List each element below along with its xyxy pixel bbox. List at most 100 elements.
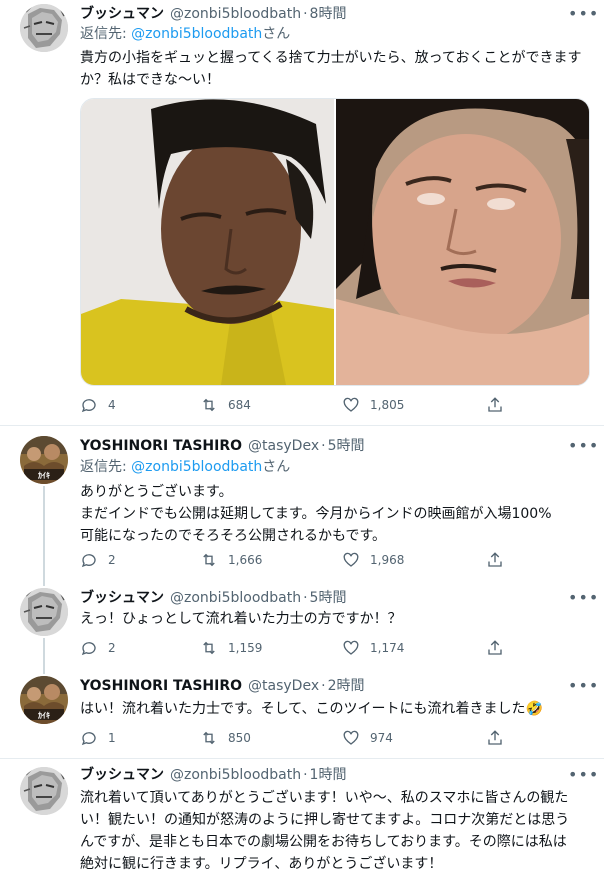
tweet-text: 流れ着いて頂いてありがとうございます！いや〜、私のスマホに皆さんの観たい！観たい…	[80, 790, 570, 872]
more-icon[interactable]: •••	[568, 588, 598, 608]
retweet-icon	[203, 731, 215, 745]
like-icon	[343, 730, 359, 745]
timestamp[interactable]: 8時間	[310, 6, 347, 22]
user-handle[interactable]: @zonbi5bloodbath	[170, 767, 301, 783]
user-handle[interactable]: @zonbi5bloodbath	[170, 590, 301, 606]
retweet-count: 684	[228, 398, 251, 412]
tweet-4[interactable]: ｶｲｷ YOSHINORI TASHIRO @tasyDex · 2時間 ••• はい…	[0, 674, 604, 754]
retweet-icon	[203, 398, 215, 412]
share-button[interactable]	[486, 394, 514, 416]
reply-icon	[81, 554, 96, 568]
tweet-media[interactable]	[80, 98, 590, 386]
retweet-button[interactable]: 1,666	[200, 549, 262, 571]
tweet-1[interactable]: ブッシュマン @zonbi5bloodbath · 8時間 ••• 返信先: @zon…	[0, 0, 604, 425]
retweet-icon	[203, 641, 215, 655]
svg-text:ｶｲｷ: ｶｲｷ	[38, 711, 50, 720]
like-button[interactable]: 1,174	[342, 637, 404, 659]
timestamp[interactable]: 5時間	[310, 590, 347, 606]
media-image-right[interactable]	[336, 99, 589, 385]
more-icon[interactable]: •••	[568, 436, 598, 456]
more-icon[interactable]: •••	[568, 676, 598, 696]
share-icon	[488, 552, 502, 567]
share-icon	[488, 730, 502, 745]
reply-count: 1	[108, 731, 116, 745]
share-button[interactable]	[486, 637, 514, 659]
like-icon	[343, 397, 359, 412]
tweet-header: YOSHINORI TASHIRO @tasyDex · 5時間	[80, 435, 365, 457]
media-image-left[interactable]	[81, 99, 334, 385]
thread-line	[43, 486, 45, 586]
tweet-line-3: 可能になったのでそろそろ公開されるかもです。	[80, 528, 387, 544]
display-name[interactable]: YOSHINORI TASHIRO	[80, 438, 242, 454]
tweet-text: ありがとうございます。 まだインドでも公開は延期してます。今月からインドの映画館…	[80, 481, 590, 547]
like-button[interactable]: 1,805	[342, 394, 404, 416]
like-button[interactable]: 1,968	[342, 549, 404, 571]
tweet-2[interactable]: ｶｲｷ YOSHINORI TASHIRO @tasyDex · 5時間 ••• 返信…	[0, 426, 604, 586]
like-icon	[343, 640, 359, 655]
reply-prefix: 返信先:	[80, 26, 132, 42]
reply-icon	[81, 642, 96, 656]
tweet-header: YOSHINORI TASHIRO @tasyDex · 2時間	[80, 675, 365, 697]
timestamp[interactable]: 5時間	[328, 438, 365, 454]
thread-line	[43, 638, 45, 674]
reply-button[interactable]: 1	[80, 727, 116, 749]
tweet-actions: 2 1,666 1,968	[80, 549, 520, 571]
reply-button[interactable]: 4	[80, 394, 116, 416]
retweet-count: 1,159	[228, 641, 263, 655]
separator-dot: ·	[321, 678, 326, 694]
like-button[interactable]: 974	[342, 727, 393, 749]
like-count: 1,805	[370, 398, 405, 412]
tweet-actions: 4 684 1,805	[80, 394, 520, 416]
timestamp[interactable]: 1時間	[310, 767, 347, 783]
retweet-button[interactable]: 684	[200, 394, 251, 416]
display-name[interactable]: ブッシュマン	[80, 590, 164, 606]
user-handle[interactable]: @tasyDex	[248, 678, 319, 694]
reply-icon	[81, 399, 96, 413]
avatar-tashiro[interactable]: ｶｲｷ	[20, 436, 68, 484]
share-button[interactable]	[486, 549, 514, 571]
share-icon	[488, 397, 502, 412]
avatar-bushman[interactable]	[20, 767, 68, 815]
retweet-button[interactable]: 850	[200, 727, 251, 749]
timestamp[interactable]: 2時間	[328, 678, 365, 694]
share-button[interactable]	[486, 727, 514, 749]
avatar-tashiro[interactable]: ｶｲｷ	[20, 676, 68, 724]
reply-button[interactable]: 2	[80, 637, 116, 659]
user-handle[interactable]: @tasyDex	[248, 438, 319, 454]
reply-target-link[interactable]: @zonbi5bloodbath	[131, 459, 262, 475]
reply-suffix: さん	[262, 459, 291, 475]
tweet-5[interactable]: ブッシュマン @zonbi5bloodbath · 1時間 ••• 流れ着いて頂いてあ…	[0, 759, 604, 872]
tweet-actions: 1 850 974	[80, 727, 520, 749]
like-icon	[343, 552, 359, 567]
display-name[interactable]: ブッシュマン	[80, 767, 164, 783]
user-handle[interactable]: @zonbi5bloodbath	[170, 6, 301, 22]
avatar-bushman[interactable]	[20, 588, 68, 636]
reply-button[interactable]: 2	[80, 549, 116, 571]
display-name[interactable]: YOSHINORI TASHIRO	[80, 678, 242, 694]
more-icon[interactable]: •••	[568, 4, 598, 24]
separator-dot: ·	[303, 6, 308, 22]
more-icon[interactable]: •••	[568, 765, 598, 785]
tweet-text: 貴方の小指をギュッと握ってくる捨て力士がいたら、放っておくことができますか？私は…	[80, 50, 582, 88]
reply-count: 2	[108, 553, 116, 567]
share-icon	[488, 640, 502, 655]
tweet-actions: 2 1,159 1,174	[80, 637, 520, 659]
display-name[interactable]: ブッシュマン	[80, 6, 164, 22]
retweet-button[interactable]: 1,159	[200, 637, 262, 659]
tweet-text: はい！流れ着いた力士です。そして、このツイートにも流れ着きました🤣	[80, 701, 543, 717]
reply-target-link[interactable]: @zonbi5bloodbath	[131, 26, 262, 42]
separator-dot: ·	[321, 438, 326, 454]
avatar-bushman[interactable]	[20, 4, 68, 52]
tweet-3[interactable]: ブッシュマン @zonbi5bloodbath · 5時間 ••• えっ！ひょっとして…	[0, 586, 604, 674]
retweet-count: 850	[228, 731, 251, 745]
tweet-line-1: ありがとうございます。	[80, 484, 233, 500]
reply-prefix: 返信先:	[80, 459, 132, 475]
like-count: 1,174	[370, 641, 405, 655]
reply-icon	[81, 732, 96, 746]
reply-suffix: さん	[262, 26, 291, 42]
separator-dot: ·	[303, 590, 308, 606]
tweet-header: ブッシュマン @zonbi5bloodbath · 5時間	[80, 587, 346, 609]
retweet-count: 1,666	[228, 553, 263, 567]
reply-count: 2	[108, 641, 116, 655]
like-count: 974	[370, 731, 393, 745]
